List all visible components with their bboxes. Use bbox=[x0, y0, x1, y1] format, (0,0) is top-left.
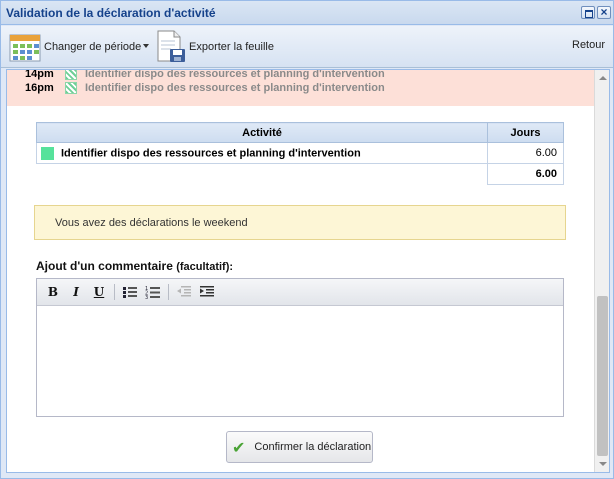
outdent-icon[interactable] bbox=[174, 282, 194, 302]
column-header-activity: Activité bbox=[36, 122, 488, 143]
confirm-label: Confirmer la déclaration bbox=[254, 441, 372, 453]
bullet-list-icon[interactable] bbox=[120, 282, 140, 302]
underline-icon[interactable]: U bbox=[89, 282, 109, 302]
export-sheet-button[interactable]: Exporter la feuille bbox=[155, 30, 274, 64]
italic-icon[interactable]: I bbox=[66, 282, 86, 302]
bold-icon[interactable]: B bbox=[43, 282, 63, 302]
total-days-cell: 6.00 bbox=[487, 163, 564, 185]
slot-row: 14pm Identifier dispo des ressources et … bbox=[25, 69, 385, 80]
confirm-declaration-button[interactable]: ✔ Confirmer la déclaration bbox=[226, 431, 373, 463]
slot-description: Identifier dispo des ressources et plann… bbox=[85, 82, 385, 94]
export-document-icon bbox=[157, 30, 185, 62]
total-spacer bbox=[37, 164, 488, 185]
calendar-icon bbox=[9, 34, 41, 62]
checkmark-icon: ✔ bbox=[232, 437, 246, 457]
vertical-scrollbar[interactable] bbox=[594, 70, 609, 472]
slot-time: 16pm bbox=[25, 82, 54, 94]
validation-window: Validation de la déclaration d'activité … bbox=[0, 0, 614, 479]
editor-toolbar: B I U 123 bbox=[37, 279, 563, 306]
activity-table: Activité Jours Identifier dispo des ress… bbox=[36, 122, 564, 185]
activity-cell: Identifier dispo des ressources et plann… bbox=[36, 142, 488, 164]
toolbar-separator bbox=[168, 284, 169, 300]
slot-row: 16pm Identifier dispo des ressources et … bbox=[25, 82, 385, 94]
content-panel: 14pm Identifier dispo des ressources et … bbox=[6, 69, 610, 473]
scroll-down-icon[interactable] bbox=[597, 457, 608, 470]
close-icon[interactable]: × bbox=[597, 5, 611, 19]
weekend-notice: Vous avez des déclarations le weekend bbox=[34, 205, 566, 240]
weekend-slots-band: 14pm Identifier dispo des ressources et … bbox=[7, 70, 594, 106]
export-sheet-label: Exporter la feuille bbox=[189, 41, 274, 53]
svg-text:3: 3 bbox=[145, 295, 148, 299]
slot-description: Identifier dispo des ressources et plann… bbox=[85, 69, 385, 80]
hatched-activity-icon bbox=[65, 70, 77, 80]
slot-time: 14pm bbox=[25, 69, 54, 80]
window-titlebar[interactable]: Validation de la déclaration d'activité … bbox=[1, 1, 613, 25]
maximize-icon[interactable] bbox=[581, 6, 595, 19]
scrollbar-thumb[interactable] bbox=[597, 296, 608, 456]
comment-textarea[interactable] bbox=[37, 306, 563, 416]
total-row: 6.00 bbox=[37, 163, 564, 185]
activity-name: Identifier dispo des ressources et plann… bbox=[61, 146, 361, 159]
toolbar-separator bbox=[114, 284, 115, 300]
back-button[interactable]: Retour bbox=[572, 39, 605, 51]
dropdown-arrow-icon bbox=[143, 44, 150, 48]
window-title: Validation de la déclaration d'activité bbox=[6, 6, 216, 20]
comment-optional-hint: (facultatif): bbox=[176, 261, 234, 273]
change-period-button[interactable]: Changer de période bbox=[9, 30, 150, 64]
toolbar: Changer de période Exporter la feuille R… bbox=[1, 26, 613, 68]
days-cell: 6.00 bbox=[487, 142, 564, 164]
numbered-list-icon[interactable]: 123 bbox=[143, 282, 163, 302]
indent-icon[interactable] bbox=[197, 282, 217, 302]
scroll-up-icon[interactable] bbox=[597, 72, 608, 85]
comment-label: Ajout d'un commentaire bbox=[36, 259, 173, 273]
comment-editor: B I U 123 bbox=[36, 278, 564, 417]
column-header-days: Jours bbox=[487, 122, 564, 143]
comment-heading: Ajout d'un commentaire (facultatif): bbox=[36, 259, 233, 273]
activity-color-swatch bbox=[41, 146, 54, 160]
change-period-label: Changer de période bbox=[44, 41, 142, 53]
hatched-activity-icon bbox=[65, 82, 77, 94]
table-row: Identifier dispo des ressources et plann… bbox=[36, 142, 564, 164]
